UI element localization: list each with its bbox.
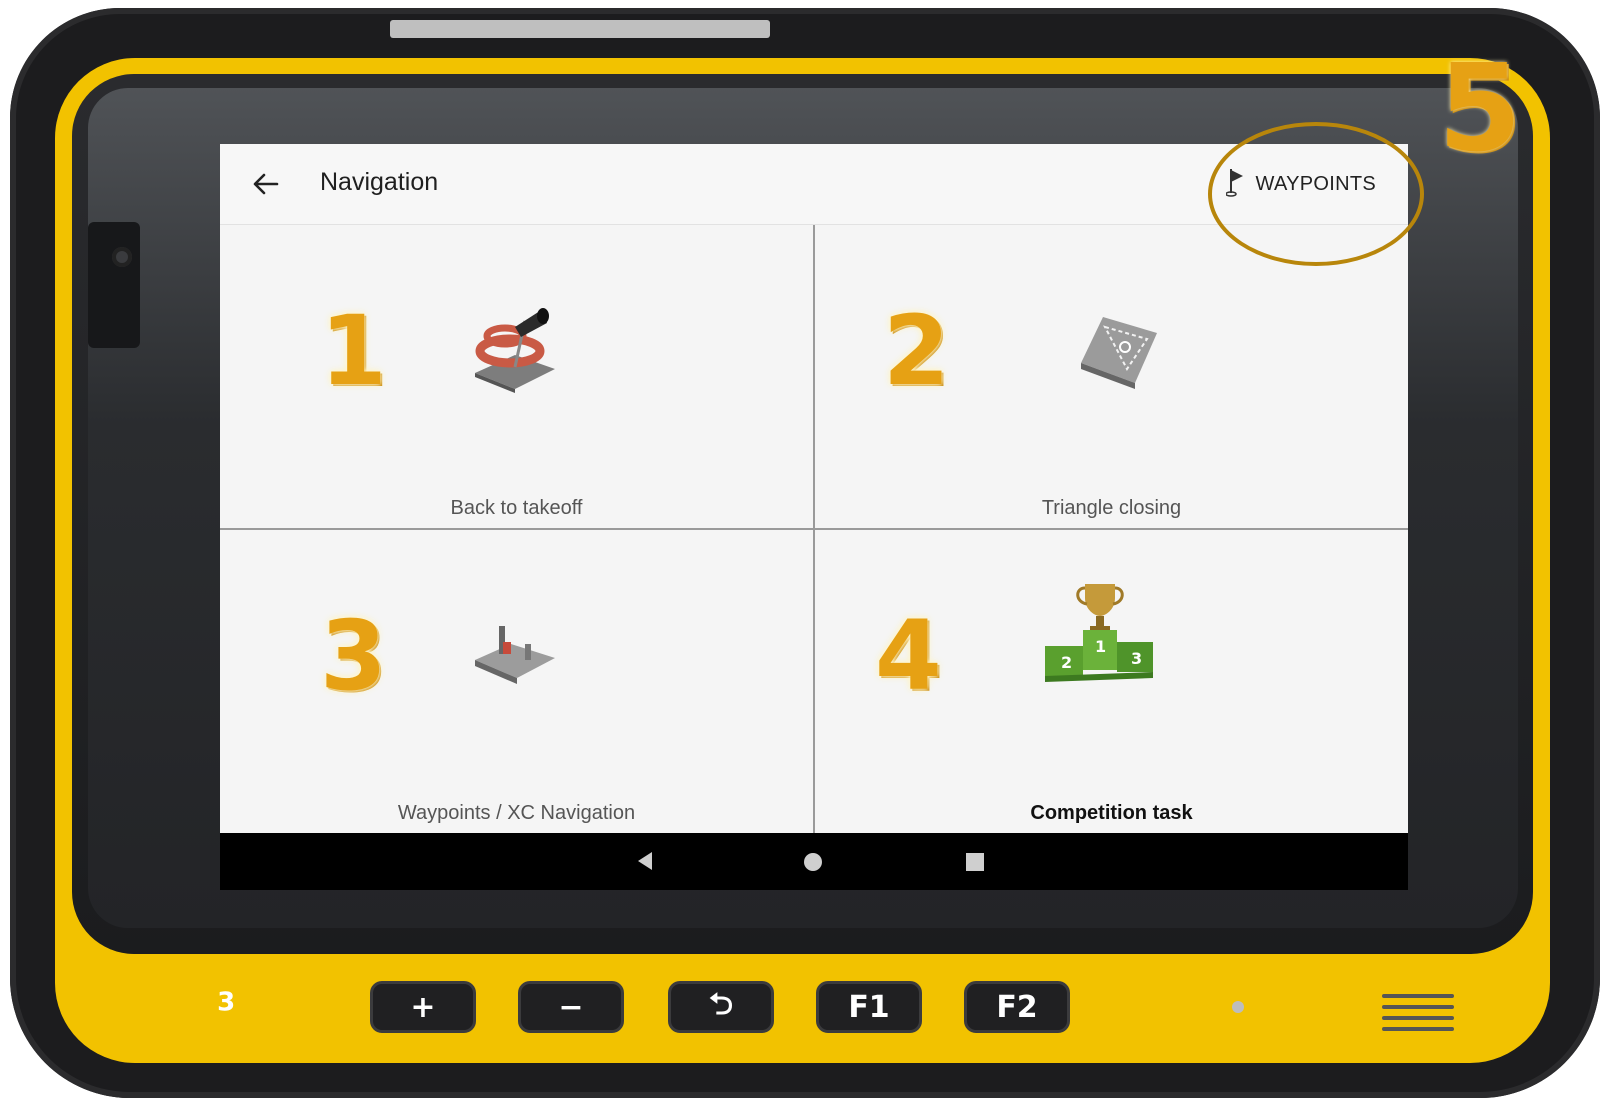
waypoints-highlight-circle xyxy=(1208,122,1424,266)
side-slot xyxy=(88,222,140,348)
nav-back-icon[interactable] xyxy=(636,851,654,876)
indicator-dot xyxy=(1232,1001,1244,1013)
power-pill-button[interactable] xyxy=(1140,993,1218,1021)
podium-first: 1 xyxy=(1095,637,1106,656)
screen: Navigation WAYPOINTS 1 Back to takeoff 2… xyxy=(220,144,1408,890)
f1-button[interactable]: F1 xyxy=(816,981,922,1033)
big-plus-icon: + xyxy=(1260,967,1312,1040)
tile-back-to-takeoff[interactable]: 1 Back to takeoff xyxy=(220,225,815,530)
nav-recents-icon[interactable] xyxy=(966,853,984,871)
annotation-number-3: 3 xyxy=(320,600,387,712)
brand-dot xyxy=(296,1007,308,1019)
page-title: Navigation xyxy=(320,168,439,196)
tile-label: Back to takeoff xyxy=(450,497,583,519)
annotation-number-2: 2 xyxy=(883,295,950,407)
navigation-grid: 1 Back to takeoff 2 Triangle closing 3 W… xyxy=(220,225,1408,833)
tile-waypoints-xc[interactable]: 3 Waypoints / XC Navigation xyxy=(220,530,815,833)
takeoff-spiral-icon xyxy=(465,303,565,403)
system-nav-bar xyxy=(220,833,1408,890)
camera-icon xyxy=(112,247,132,267)
waypoint-pylon-icon xyxy=(465,600,565,700)
annotation-number-5: 5 xyxy=(1438,40,1522,179)
brand-logo: AIR3 xyxy=(100,977,238,1045)
annotation-number-4: 4 xyxy=(875,600,942,712)
podium-third: 3 xyxy=(1131,649,1142,668)
triangle-map-icon xyxy=(1067,303,1167,403)
tile-triangle-closing[interactable]: 2 Triangle closing xyxy=(815,225,1408,530)
f2-button[interactable]: F2 xyxy=(964,981,1070,1033)
trophy-podium-icon: 1 2 3 xyxy=(1035,580,1165,690)
arrow-left-icon[interactable] xyxy=(248,166,284,202)
tile-label: Competition task xyxy=(1030,802,1193,824)
minus-button[interactable]: − xyxy=(518,981,624,1033)
hardware-button-row: AIR3 + − ⮌ F1 F2 + xyxy=(60,955,1550,1055)
speaker-grille-icon xyxy=(1382,987,1454,1038)
plus-button[interactable]: + xyxy=(370,981,476,1033)
return-button[interactable]: ⮌ xyxy=(668,981,774,1033)
tile-label: Waypoints / XC Navigation xyxy=(397,802,636,824)
nav-home-icon[interactable] xyxy=(804,853,822,871)
tile-label: Triangle closing xyxy=(1041,497,1182,519)
annotation-number-1: 1 xyxy=(320,295,387,407)
top-sticker xyxy=(390,20,770,38)
tile-competition-task[interactable]: 4 1 2 3 Competition task xyxy=(815,530,1408,833)
podium-second: 2 xyxy=(1061,653,1072,672)
